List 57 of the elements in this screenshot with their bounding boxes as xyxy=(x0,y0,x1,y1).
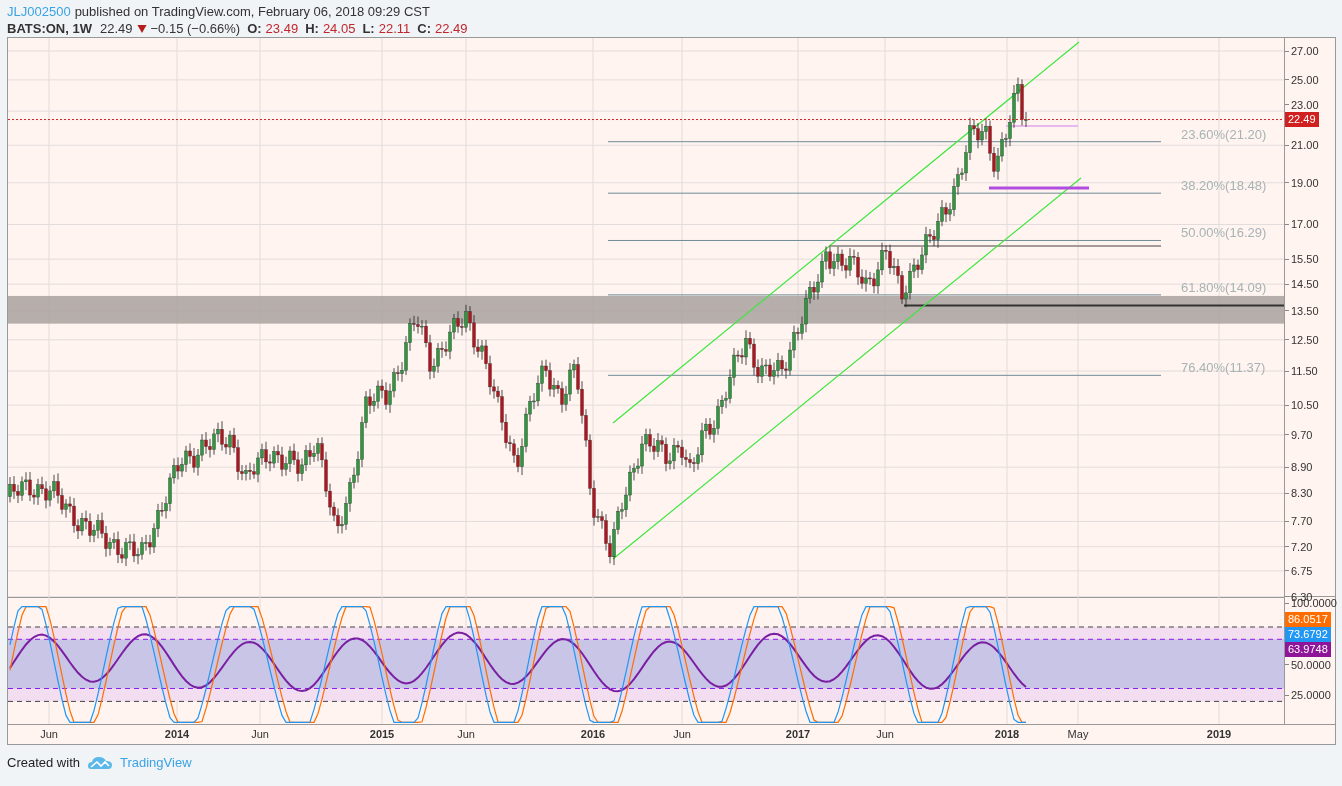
price-axis-label: 11.50 xyxy=(1291,365,1318,378)
time-axis-label: 2019 xyxy=(1206,728,1232,740)
price-axis-label: 7.70 xyxy=(1291,515,1313,528)
time-axis-label: Jun xyxy=(673,728,691,740)
ohlc-label: O: xyxy=(247,21,262,36)
fib-level-label: 23.60%(21.20) xyxy=(1181,126,1267,142)
price-axis-label: 25.00 xyxy=(1291,73,1319,86)
oscillator-axis-label: 25.0000 xyxy=(1291,689,1331,702)
fib-level-label: 61.80%(14.09) xyxy=(1181,279,1267,295)
fib-level-label: 38.20%(18.48) xyxy=(1181,178,1267,194)
price-axis-label: 15.50 xyxy=(1291,253,1319,266)
ohlc-value: 22.11 xyxy=(378,21,411,36)
last-price-badge: 22.49 xyxy=(1285,111,1319,127)
ohlc-label: L: xyxy=(362,21,375,36)
ohlc-value: 24.05 xyxy=(322,21,356,36)
price-axis-label: 19.00 xyxy=(1291,176,1319,189)
price-axis-label: 12.50 xyxy=(1291,333,1319,346)
time-axis-label: Jun xyxy=(876,728,894,740)
created-with-text: Created with xyxy=(7,755,80,770)
price-axis-label: 10.50 xyxy=(1291,399,1319,412)
price-axis-label: 6.75 xyxy=(1291,564,1313,577)
time-axis-label: Jun xyxy=(251,728,269,740)
ohlc-value: 23.49 xyxy=(265,21,299,36)
time-axis-label: 2016 xyxy=(580,728,606,740)
price-axis-label: 17.00 xyxy=(1291,218,1319,231)
oscillator-value-badge: 86.0517 xyxy=(1285,612,1331,627)
last-price-text: 22.49 xyxy=(100,21,133,36)
time-axis-label: 2018 xyxy=(994,728,1020,740)
price-axis-label: 21.00 xyxy=(1291,139,1319,152)
price-axis-label: 9.70 xyxy=(1291,428,1313,441)
author-link[interactable]: JLJ002500 xyxy=(7,4,71,19)
fib-level-label: 76.40%(11.37) xyxy=(1181,360,1266,376)
tradingview-link[interactable]: TradingView xyxy=(120,755,192,770)
price-axis-label: 7.20 xyxy=(1291,540,1313,553)
change-text: −0.15 (−0.66%) xyxy=(150,21,241,36)
time-axis-label: May xyxy=(1067,728,1089,740)
price-axis-label: 23.00 xyxy=(1291,98,1319,111)
time-axis-label: 2014 xyxy=(164,728,190,740)
fib-level-label: 50.00%(16.29) xyxy=(1181,225,1267,241)
time-axis-label: 2015 xyxy=(369,728,395,740)
ohlc-label: H: xyxy=(305,21,319,36)
oscillator-value-badge: 73.6792 xyxy=(1285,627,1331,642)
price-axis-label: 8.90 xyxy=(1291,461,1313,474)
ohlc-value: 22.49 xyxy=(435,21,468,36)
price-axis-label: 14.50 xyxy=(1291,278,1319,291)
ohlc-label: C: xyxy=(417,21,431,36)
time-axis-label: Jun xyxy=(40,728,58,740)
oscillator-axis-label: 50.0000 xyxy=(1291,658,1331,671)
cloud-logo-icon xyxy=(88,755,112,770)
published-text: published on TradingView.com, February 06, 2018 09:29 CST xyxy=(74,4,430,19)
time-axis-label: 2017 xyxy=(785,728,811,740)
symbol-text: BATS:ON, 1W xyxy=(7,21,92,36)
time-axis-label: Jun xyxy=(457,728,475,740)
price-axis-label: 13.50 xyxy=(1291,304,1319,317)
price-axis-label: 8.30 xyxy=(1291,487,1313,500)
price-axis-label: 27.00 xyxy=(1291,45,1319,57)
oscillator-value-badge: 63.9748 xyxy=(1285,642,1331,657)
